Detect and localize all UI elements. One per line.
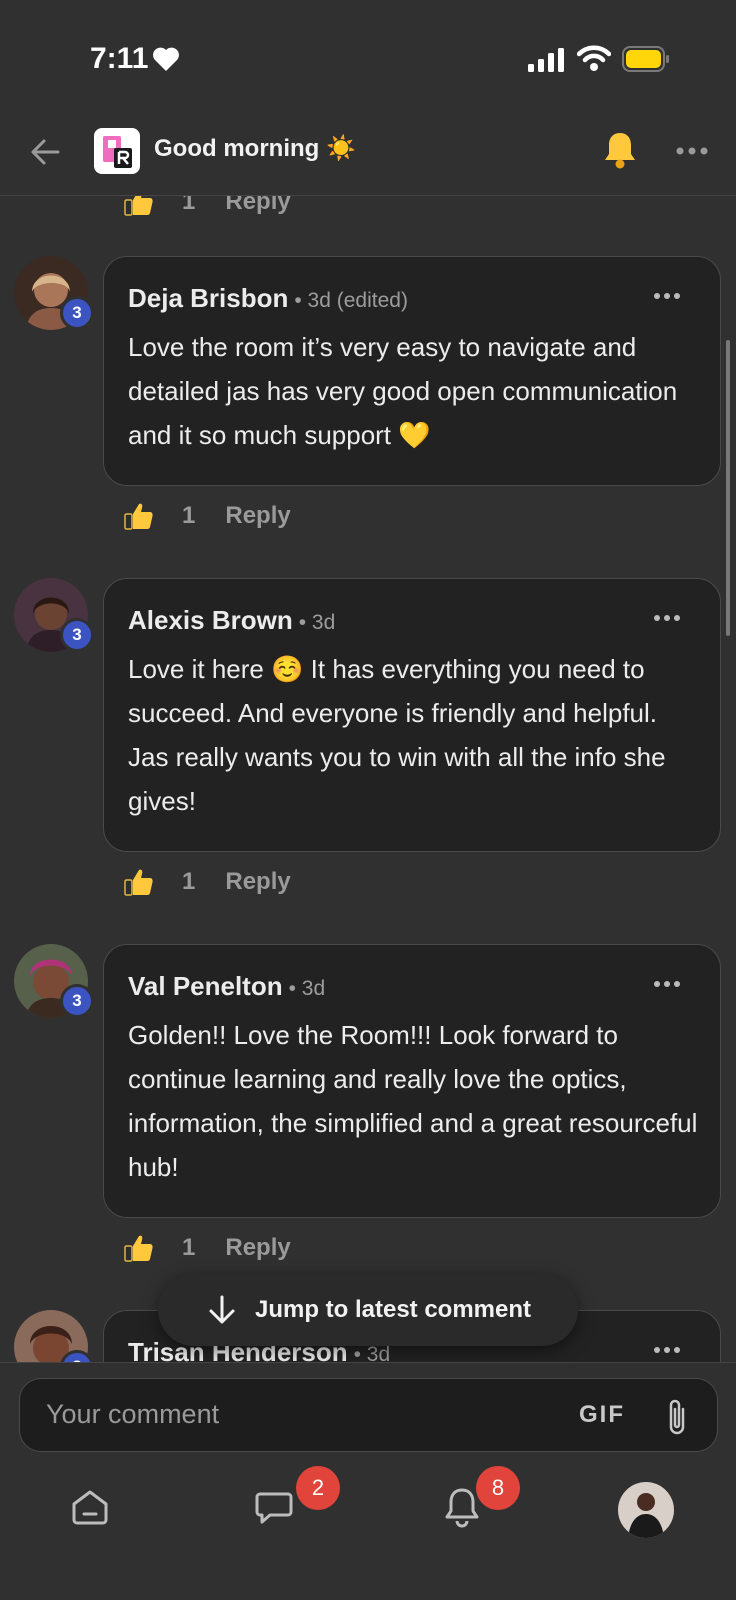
community-logo[interactable]: [94, 128, 140, 174]
like-count: 1: [182, 868, 196, 895]
notifications-badge: 8: [476, 1466, 520, 1510]
level-badge: 3: [60, 618, 94, 652]
comment-placeholder: Your comment: [46, 1399, 220, 1429]
comments-feed[interactable]: 1 Reply 3 Deja Brisbon • 3d (edited) Love…: [0, 196, 736, 1362]
comment-more-icon[interactable]: [652, 609, 682, 627]
thumbs-up-icon[interactable]: [124, 501, 154, 531]
jump-to-latest-label: Jump to latest comment: [254, 1296, 532, 1323]
bell-icon[interactable]: [602, 130, 638, 170]
chat-icon[interactable]: [252, 1484, 296, 1528]
author-name[interactable]: Val Penelton: [128, 971, 283, 1001]
like-count: 1: [182, 196, 196, 215]
comment-input[interactable]: Your comment GIF: [19, 1378, 718, 1452]
comment-more-icon[interactable]: [652, 287, 682, 305]
thumbs-up-icon[interactable]: [124, 867, 154, 897]
comment-actions: 1 Reply: [124, 1230, 291, 1266]
status-time: 7:11: [90, 42, 149, 75]
comment-composer: Your comment GIF: [0, 1362, 736, 1454]
paperclip-icon[interactable]: [663, 1397, 691, 1437]
profile-avatar[interactable]: [618, 1482, 674, 1538]
comment-header: Deja Brisbon • 3d (edited): [128, 283, 408, 314]
level-badge: 3: [60, 296, 94, 330]
comment-meta: • 3d: [298, 611, 336, 634]
back-arrow-icon[interactable]: [26, 132, 66, 172]
comment-more-icon[interactable]: [652, 975, 682, 993]
like-count: 1: [182, 502, 196, 529]
reply-button[interactable]: Reply: [225, 196, 290, 216]
comment-header: Val Penelton • 3d: [128, 971, 325, 1002]
home-icon[interactable]: [68, 1484, 112, 1528]
page-title: Good morning ☀️: [154, 135, 356, 162]
reply-button[interactable]: Reply: [225, 502, 290, 530]
thumbs-up-icon[interactable]: [124, 1233, 154, 1263]
comment-text: Love the room it’s very easy to navigate…: [128, 332, 678, 450]
thumbs-up-icon[interactable]: [124, 196, 154, 217]
comment-actions: 1 Reply: [124, 498, 291, 534]
heart-icon: [153, 47, 179, 71]
comment-card: Val Penelton • 3d Golden!! Love the Room!…: [103, 944, 721, 1218]
gif-button[interactable]: GIF: [579, 1401, 625, 1429]
level-badge: 3: [60, 984, 94, 1018]
bottom-navigation: 2 8: [0, 1454, 736, 1600]
comment-meta: • 3d (edited): [294, 289, 408, 312]
comment-more-icon[interactable]: [652, 1341, 682, 1359]
author-name[interactable]: Alexis Brown: [128, 605, 293, 635]
reply-button[interactable]: Reply: [225, 1234, 290, 1262]
jump-to-latest-button[interactable]: Jump to latest comment: [158, 1274, 578, 1346]
chat-badge: 2: [296, 1466, 340, 1510]
arrow-down-icon: [209, 1295, 235, 1324]
more-options-icon[interactable]: [674, 136, 710, 166]
status-bar: 7:11: [0, 0, 736, 110]
author-name[interactable]: Deja Brisbon: [128, 283, 288, 313]
like-count: 1: [182, 1234, 196, 1261]
comment-card: Alexis Brown • 3d Love it here ☺️ It has …: [103, 578, 721, 852]
battery-icon: [622, 46, 669, 72]
comment-actions: 1 Reply: [124, 864, 291, 900]
comment-meta: • 3d: [288, 977, 326, 1000]
comment-card: Deja Brisbon • 3d (edited) Love the room …: [103, 256, 721, 486]
reply-button[interactable]: Reply: [225, 868, 290, 896]
cellular-signal-icon: [528, 48, 564, 72]
scrollbar[interactable]: [726, 340, 730, 636]
wifi-icon: [577, 45, 611, 71]
comment-text: Love it here ☺️ It has everything you ne…: [128, 654, 666, 816]
comment-header: Alexis Brown • 3d: [128, 605, 335, 636]
comment-text: Golden!! Love the Room!!! Look forward t…: [128, 1020, 698, 1182]
comment-actions: 1 Reply: [124, 196, 291, 220]
top-app-bar: Good morning ☀️: [0, 110, 736, 196]
